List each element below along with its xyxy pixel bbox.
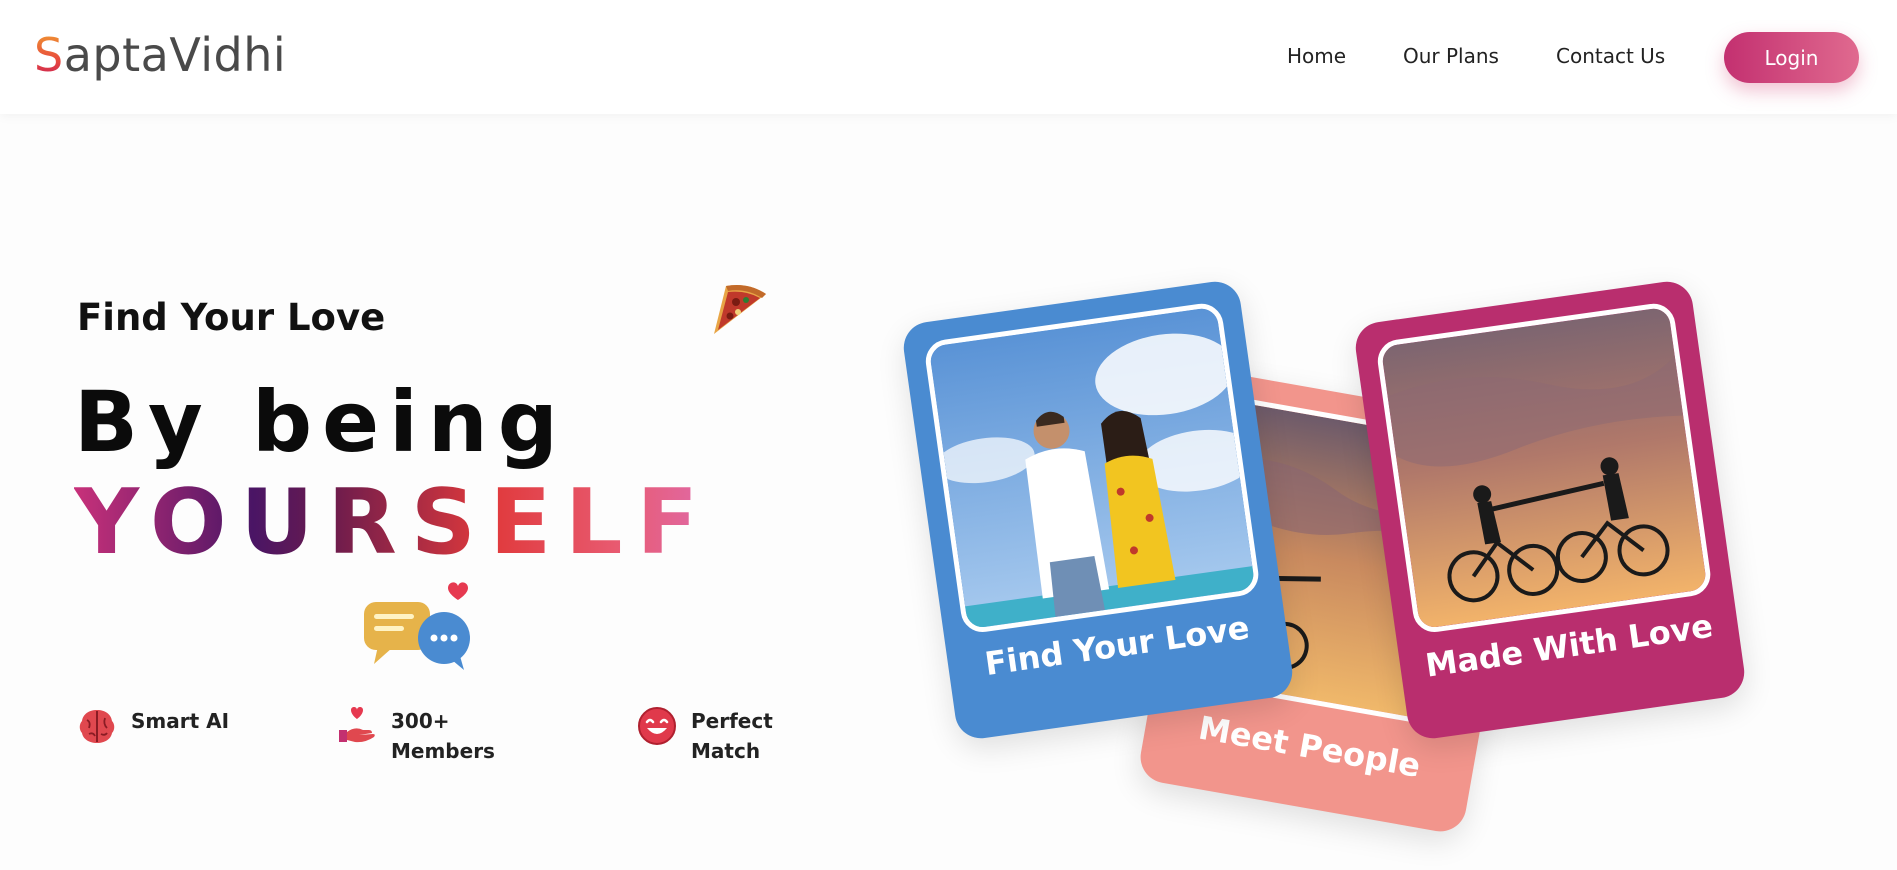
hero-headline-line1: By being bbox=[74, 373, 568, 471]
logo-initial: S bbox=[34, 28, 64, 82]
feature-perfect-match: Perfect Match bbox=[637, 706, 773, 766]
feature-perfect-match-label: Perfect Match bbox=[691, 709, 773, 763]
feature-smart-ai-label: Smart AI bbox=[131, 709, 230, 733]
top-navbar: SaptaVidhi Home Our Plans Contact Us Log… bbox=[0, 0, 1897, 114]
card-find-your-love[interactable]: Find Your Love bbox=[900, 278, 1296, 742]
brain-icon bbox=[77, 706, 117, 746]
brand-logo[interactable]: SaptaVidhi bbox=[34, 28, 286, 82]
smile-icon bbox=[637, 706, 677, 746]
nav-home-link[interactable]: Home bbox=[1287, 44, 1346, 68]
cyclists-sunset-photo bbox=[1375, 300, 1714, 635]
feature-members-label: 300+ Members bbox=[391, 709, 495, 763]
heart-hand-icon bbox=[337, 706, 377, 746]
nav-contact-us-link[interactable]: Contact Us bbox=[1556, 44, 1665, 68]
login-button[interactable]: Login bbox=[1724, 32, 1859, 83]
hero-headline-line2: YOURSELF bbox=[74, 470, 712, 575]
card-made-with-love[interactable]: Made With Love bbox=[1352, 278, 1748, 742]
couple-beach-photo bbox=[923, 300, 1262, 635]
pizza-icon bbox=[706, 276, 772, 342]
chat-bubbles-icon bbox=[360, 580, 472, 672]
nav-our-plans-link[interactable]: Our Plans bbox=[1403, 44, 1499, 68]
feature-members: 300+ Members bbox=[337, 706, 495, 766]
hero-subtitle: Find Your Love bbox=[77, 296, 386, 339]
feature-smart-ai: Smart AI bbox=[77, 706, 229, 746]
logo-text: aptaVidhi bbox=[63, 28, 287, 82]
